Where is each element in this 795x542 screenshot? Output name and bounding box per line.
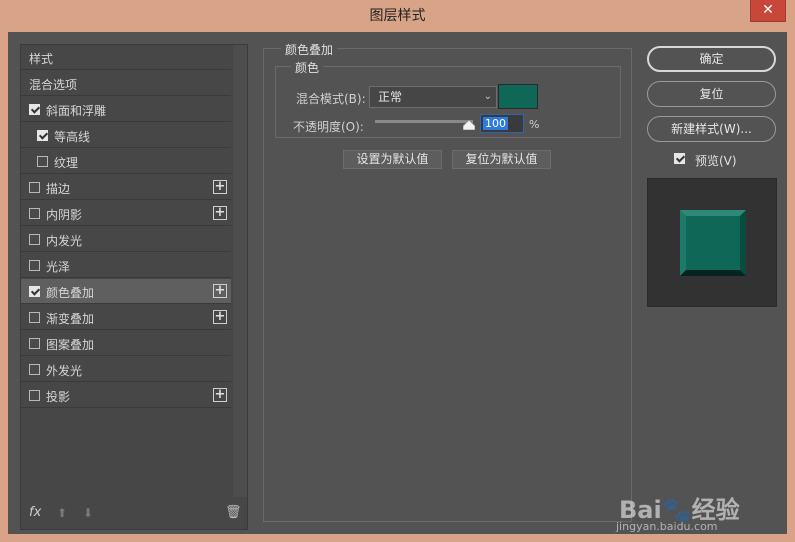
ok-button[interactable]: 确定	[647, 46, 776, 72]
style-item-label: 纹理	[54, 156, 79, 170]
style-item[interactable]: 内发光	[21, 227, 231, 252]
style-item-label: 图案叠加	[46, 338, 95, 352]
style-item-label: 投影	[46, 390, 71, 404]
chevron-down-icon: ⌄	[483, 91, 492, 102]
style-item-checkbox[interactable]	[29, 312, 40, 323]
style-item-checkbox[interactable]	[29, 208, 40, 219]
opacity-label: 不透明度(O):	[293, 120, 364, 134]
fx-icon[interactable]: fx	[29, 505, 41, 520]
style-item-checkbox[interactable]	[29, 390, 40, 401]
style-item-checkbox[interactable]	[29, 364, 40, 375]
style-item-label: 描边	[46, 182, 71, 196]
style-item[interactable]: 样式	[21, 45, 231, 70]
style-item[interactable]: 渐变叠加 +	[21, 305, 231, 330]
blend-mode-select[interactable]: 正常 ⌄	[369, 86, 497, 108]
color-subgroup-title: 颜色	[291, 59, 324, 76]
style-list-toolbar: fx ⬆ ⬇ 🗑	[21, 503, 247, 527]
style-item-label: 等高线	[54, 130, 91, 144]
baidu-watermark-url: jingyan.baidu.com	[616, 520, 718, 533]
opacity-slider-thumb[interactable]	[463, 120, 475, 130]
preview-label[interactable]: 预览(V)	[695, 152, 737, 169]
style-item-label: 内阴影	[46, 208, 83, 222]
new-style-button[interactable]: 新建样式(W)...	[647, 116, 776, 142]
style-item-label: 样式	[29, 52, 54, 66]
close-button[interactable]: ✕	[750, 0, 786, 22]
layer-style-dialog: 图层样式 ✕ 样式 混合选项 斜面和浮雕 等高线 纹理 描边 + 内阴影 + 内发光 光泽 颜色叠加 +…	[0, 0, 795, 542]
style-preview	[647, 178, 777, 307]
style-item[interactable]: 纹理	[21, 149, 231, 174]
style-item[interactable]: 描边 +	[21, 175, 231, 200]
opacity-unit: %	[529, 118, 540, 131]
add-effect-icon[interactable]: +	[213, 284, 227, 298]
set-default-button[interactable]: 设置为默认值	[343, 150, 442, 169]
style-item[interactable]: 图案叠加	[21, 331, 231, 356]
style-item-label: 外发光	[46, 364, 83, 378]
style-item-checkbox[interactable]	[29, 182, 40, 193]
style-item[interactable]: 等高线	[21, 123, 231, 148]
dialog-title: 图层样式	[369, 8, 426, 24]
style-item[interactable]: 投影 +	[21, 383, 231, 408]
dialog-client: 样式 混合选项 斜面和浮雕 等高线 纹理 描边 + 内阴影 + 内发光 光泽 颜色叠加 + 渐变叠加 + 图案…	[8, 32, 787, 534]
style-item[interactable]: 混合选项	[21, 71, 231, 96]
title-bar[interactable]: 图层样式 ✕	[0, 0, 795, 32]
style-item-checkbox[interactable]	[29, 234, 40, 245]
blend-mode-label: 混合模式(B):	[296, 92, 366, 106]
style-item-label: 混合选项	[29, 78, 78, 92]
opacity-value: 100	[483, 117, 508, 130]
style-item-checkbox[interactable]	[29, 260, 40, 271]
style-item[interactable]: 颜色叠加 +	[21, 279, 231, 304]
style-item[interactable]: 光泽	[21, 253, 231, 278]
add-effect-icon[interactable]: +	[213, 388, 227, 402]
style-item-checkbox[interactable]	[37, 156, 48, 167]
style-item-checkbox[interactable]	[29, 104, 40, 115]
preview-checkbox[interactable]	[674, 153, 685, 164]
style-item[interactable]: 外发光	[21, 357, 231, 382]
color-overlay-title: 颜色叠加	[281, 41, 338, 58]
overlay-color-swatch[interactable]	[498, 84, 538, 109]
reset-default-button[interactable]: 复位为默认值	[452, 150, 551, 169]
style-item-label: 光泽	[46, 260, 71, 274]
style-item-label: 斜面和浮雕	[46, 104, 107, 118]
move-up-icon[interactable]: ⬆	[57, 506, 67, 520]
style-item-label: 颜色叠加	[46, 286, 95, 300]
style-list: 样式混合选项斜面和浮雕等高线纹理描边 + 内阴影 + 内发光光泽颜色叠加 + 渐变叠加 + 图案…	[20, 44, 248, 530]
style-item-label: 渐变叠加	[46, 312, 95, 326]
opacity-slider-track[interactable]	[375, 120, 473, 123]
blend-mode-value: 正常	[378, 90, 403, 104]
style-item-checkbox[interactable]	[29, 338, 40, 349]
move-down-icon[interactable]: ⬇	[83, 506, 93, 520]
reset-button[interactable]: 复位	[647, 81, 776, 107]
add-effect-icon[interactable]: +	[213, 206, 227, 220]
style-item-checkbox[interactable]	[37, 130, 48, 141]
style-item-label: 内发光	[46, 234, 83, 248]
style-list-scrollbar[interactable]	[233, 45, 247, 497]
style-item[interactable]: 斜面和浮雕	[21, 97, 231, 122]
preview-swatch	[680, 210, 746, 276]
style-item-checkbox[interactable]	[29, 286, 40, 297]
style-item[interactable]: 内阴影 +	[21, 201, 231, 226]
trash-icon[interactable]: 🗑	[225, 505, 242, 520]
add-effect-icon[interactable]: +	[213, 180, 227, 194]
add-effect-icon[interactable]: +	[213, 310, 227, 324]
opacity-input[interactable]: 100	[480, 114, 524, 133]
